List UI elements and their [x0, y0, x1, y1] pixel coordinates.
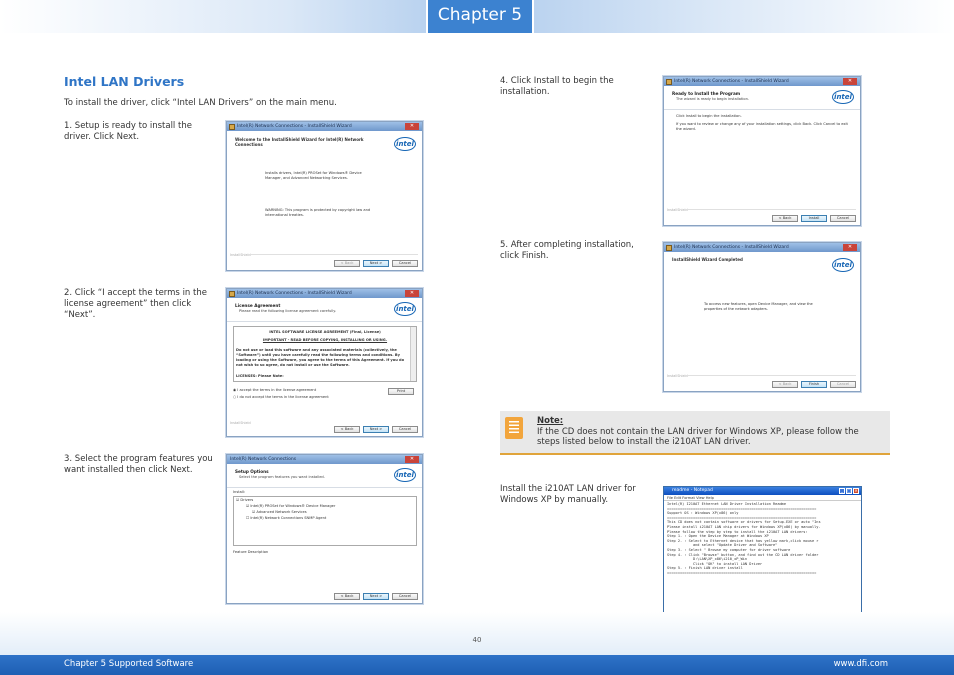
- minimize-icon[interactable]: _: [839, 488, 845, 494]
- note-icon: [505, 417, 523, 439]
- completed-heading: InstallShield Wizard Completed: [672, 257, 743, 262]
- ready-subheading: The wizard is ready to begin installatio…: [676, 97, 749, 101]
- page-number: 40: [472, 636, 482, 644]
- dialog-title: Intel(R) Network Connections - InstallSh…: [674, 245, 789, 250]
- decline-radio[interactable]: ○ I do not accept the terms in the licen…: [233, 395, 329, 400]
- license-heading: License Agreement: [235, 303, 281, 308]
- completed-line-1: To access new features, open Device Mana…: [704, 302, 813, 311]
- install-label: Install:: [233, 490, 246, 494]
- divider: [247, 254, 418, 255]
- back-button[interactable]: < Back: [334, 593, 360, 600]
- next-button[interactable]: Next >: [363, 593, 389, 600]
- license-body: Do not use or load this software and any…: [236, 348, 405, 367]
- setup-heading: Setup Options: [235, 469, 269, 474]
- notepad-title: readme - Notepad: [672, 488, 713, 493]
- print-button[interactable]: Print: [388, 388, 414, 395]
- welcome-line-1: Installs drivers, Intel(R) PROSet for Wi…: [265, 171, 362, 180]
- close-icon[interactable]: ✕: [405, 290, 419, 297]
- tree-item-drivers[interactable]: ☑ Drivers: [236, 498, 253, 503]
- welcome-heading: Welcome to the InstallShield Wizard for …: [235, 137, 364, 147]
- license-title: INTEL SOFTWARE LICENSE AGREEMENT (Final,…: [269, 330, 381, 334]
- feature-description-label: Feature Description: [233, 550, 269, 554]
- next-button[interactable]: Next >: [363, 426, 389, 433]
- back-button[interactable]: < Back: [772, 215, 798, 222]
- ready-line-2: If you want to review or change any of y…: [676, 122, 848, 131]
- dialog-title: Intel(R) Network Connections - InstallSh…: [237, 291, 352, 296]
- tree-item-ans[interactable]: ☑ Advanced Network Services: [252, 510, 307, 515]
- note-label: Note:: [537, 416, 564, 426]
- step-1-text: 1. Setup is ready to install the driver.…: [64, 121, 192, 142]
- cancel-button[interactable]: Cancel: [392, 593, 418, 600]
- intro-text: To install the driver, click “Intel LAN …: [64, 98, 337, 108]
- tree-item-proset[interactable]: ☑ Intel(R) PROSet for Windows® Device Ma…: [246, 504, 335, 509]
- divider: [684, 209, 856, 210]
- finish-button[interactable]: Finish: [801, 381, 827, 388]
- intel-logo: intel: [832, 90, 854, 104]
- license-important: IMPORTANT - READ BEFORE COPYING, INSTALL…: [262, 338, 388, 342]
- dialog-title: Intel(R) Network Connections: [230, 457, 297, 462]
- accept-label: I accept the terms in the license agreem…: [237, 388, 317, 392]
- decline-label: I do not accept the terms in the license…: [237, 395, 329, 399]
- close-icon[interactable]: ✕: [843, 78, 857, 85]
- cancel-button[interactable]: Cancel: [830, 381, 856, 388]
- license-subheading: Please read the following license agreem…: [239, 309, 336, 313]
- dialog-title: Intel(R) Network Connections - InstallSh…: [674, 79, 789, 84]
- step-5-text: 5. After completing installation, click …: [500, 240, 634, 261]
- license-licenses: LICENSES: Please Note:: [236, 374, 284, 378]
- note-text: If the CD does not contain the LAN drive…: [537, 427, 859, 447]
- notepad-window: readme - Notepad _ □ ✕ File Edit Format …: [663, 486, 862, 620]
- intel-logo: intel: [394, 137, 416, 151]
- ready-install-dialog: Intel(R) Network Connections - InstallSh…: [663, 76, 861, 226]
- cancel-button[interactable]: Cancel: [830, 215, 856, 222]
- notepad-content[interactable]: Intel(R) I210AT Ethernet LAN Driver Inst…: [664, 501, 861, 577]
- feature-tree[interactable]: ☑ Drivers ☑ Intel(R) PROSet for Windows®…: [233, 496, 417, 546]
- license-textbox[interactable]: INTEL SOFTWARE LICENSE AGREEMENT (Final,…: [233, 326, 417, 382]
- ready-line-1: Click Install to begin the installation.: [676, 114, 742, 118]
- setup-options-dialog: Intel(R) Network Connections ✕ Setup Opti…: [226, 454, 423, 604]
- intel-logo: intel: [394, 468, 416, 482]
- next-button[interactable]: Next >: [363, 260, 389, 267]
- installshield-label: InstallShield: [230, 421, 251, 425]
- back-button[interactable]: < Back: [772, 381, 798, 388]
- footer-left: Chapter 5 Supported Software: [64, 659, 194, 669]
- back-button[interactable]: < Back: [334, 426, 360, 433]
- step-2-text: 2. Click “I accept the terms in the lice…: [64, 288, 207, 320]
- chapter-tab: Chapter 5: [426, 0, 534, 33]
- app-icon: [229, 123, 235, 130]
- footer-band: [0, 612, 954, 655]
- cancel-button[interactable]: Cancel: [392, 426, 418, 433]
- welcome-dialog: Intel(R) Network Connections - InstallSh…: [226, 121, 423, 271]
- back-button[interactable]: < Back: [334, 260, 360, 267]
- intel-logo: intel: [832, 258, 854, 272]
- maximize-icon[interactable]: □: [846, 488, 852, 494]
- accept-radio[interactable]: ◉ I accept the terms in the license agre…: [233, 388, 316, 393]
- app-icon: [229, 290, 235, 297]
- close-icon[interactable]: ✕: [405, 123, 419, 130]
- close-icon[interactable]: ✕: [405, 456, 419, 463]
- step-4-text: 4. Click Install to begin the installati…: [500, 76, 614, 97]
- welcome-warning: WARNING: This program is protected by co…: [265, 208, 371, 217]
- scrollbar[interactable]: [410, 327, 416, 381]
- cancel-button[interactable]: Cancel: [392, 260, 418, 267]
- close-icon[interactable]: ✕: [853, 488, 859, 494]
- xp-intro-text: Install the i210AT LAN driver for Window…: [500, 484, 636, 505]
- intel-logo: intel: [394, 302, 416, 316]
- section-title: Intel LAN Drivers: [64, 74, 185, 89]
- app-icon: [666, 244, 672, 251]
- dialog-title: Intel(R) Network Connections - InstallSh…: [237, 124, 352, 129]
- tree-item-snmp[interactable]: ☐ Intel(R) Network Connections SNMP Agen…: [246, 516, 326, 521]
- ready-heading: Ready to Install the Program: [672, 91, 741, 96]
- close-icon[interactable]: ✕: [843, 244, 857, 251]
- setup-subheading: Select the program features you want ins…: [239, 475, 325, 479]
- app-icon: [666, 78, 672, 85]
- license-dialog: Intel(R) Network Connections - InstallSh…: [226, 288, 423, 437]
- divider: [684, 375, 856, 376]
- footer-right: www.dfi.com: [833, 659, 888, 669]
- install-button[interactable]: Install: [801, 215, 827, 222]
- step-3-text: 3. Select the program features you want …: [64, 454, 213, 475]
- completed-dialog: Intel(R) Network Connections - InstallSh…: [663, 242, 861, 392]
